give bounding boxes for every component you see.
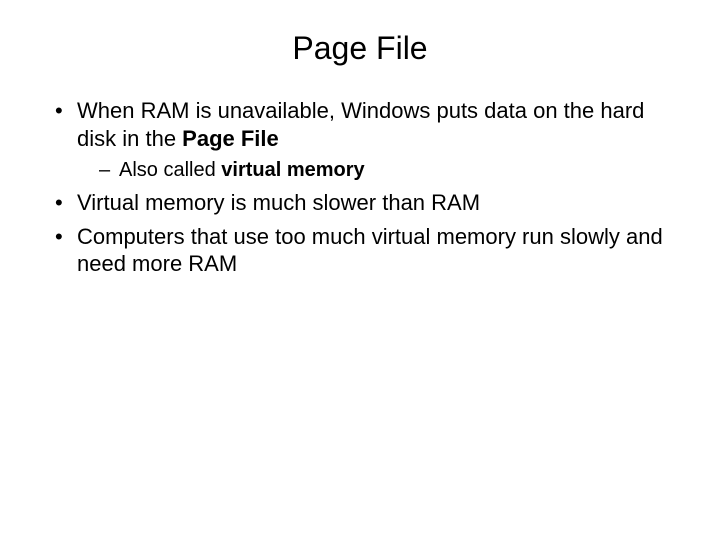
slide-title: Page File — [40, 30, 680, 67]
bullet-2-text: Virtual memory is much slower than RAM — [77, 190, 480, 215]
sub-bullet-item-1: Also called virtual memory — [99, 158, 680, 183]
bullet-list: When RAM is unavailable, Windows puts da… — [40, 97, 680, 278]
bullet-1-bold: Page File — [182, 126, 279, 151]
sub-bullet-1-bold: virtual memory — [221, 159, 364, 181]
bullet-item-3: Computers that use too much virtual memo… — [55, 223, 680, 278]
bullet-3-text: Computers that use too much virtual memo… — [77, 224, 663, 277]
sub-bullet-list: Also called virtual memory — [77, 158, 680, 183]
bullet-item-1: When RAM is unavailable, Windows puts da… — [55, 97, 680, 183]
bullet-item-2: Virtual memory is much slower than RAM — [55, 189, 680, 217]
sub-bullet-1-text: Also called — [119, 159, 221, 181]
bullet-1-text: When RAM is unavailable, Windows puts da… — [77, 98, 644, 151]
slide: Page File When RAM is unavailable, Windo… — [0, 0, 720, 540]
